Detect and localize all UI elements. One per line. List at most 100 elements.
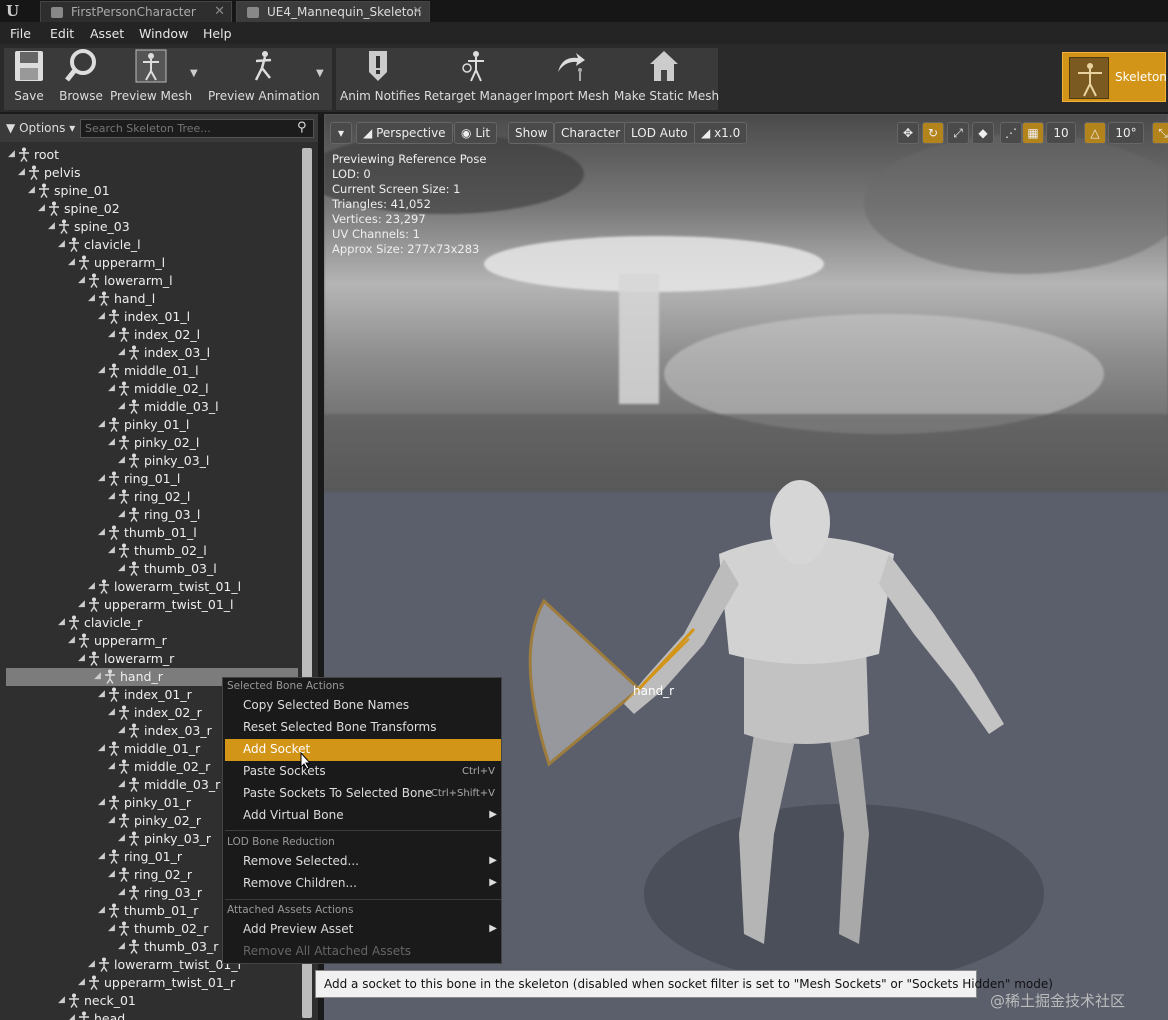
- bone-row-pinky-02-l[interactable]: ◢ pinky_02_l: [0, 434, 300, 452]
- speed-button[interactable]: ◢ x1.0: [694, 122, 748, 144]
- expand-arrow-icon[interactable]: ◢: [108, 761, 115, 771]
- expand-arrow-icon[interactable]: ◢: [88, 581, 95, 591]
- bone-row-upperarm-twist-01-r[interactable]: ◢ upperarm_twist_01_r: [0, 974, 300, 992]
- expand-arrow-icon[interactable]: ◢: [108, 491, 115, 501]
- bone-row-pelvis[interactable]: ◢ pelvis: [0, 164, 300, 182]
- bone-row-lowerarm-l[interactable]: ◢ lowerarm_l: [0, 272, 300, 290]
- expand-arrow-icon[interactable]: ◢: [88, 959, 95, 969]
- expand-arrow-icon[interactable]: ◢: [8, 149, 15, 159]
- perspective-button[interactable]: ◢ Perspective: [356, 122, 453, 144]
- expand-arrow-icon[interactable]: ◢: [118, 779, 125, 789]
- bone-row-index-03-l[interactable]: ◢ index_03_l: [0, 344, 300, 362]
- expand-arrow-icon[interactable]: ◢: [108, 329, 115, 339]
- viewport-options-button[interactable]: ▾: [330, 122, 352, 144]
- expand-arrow-icon[interactable]: ◢: [58, 239, 65, 249]
- expand-arrow-icon[interactable]: ◢: [118, 509, 125, 519]
- expand-arrow-icon[interactable]: ◢: [68, 635, 75, 645]
- expand-arrow-icon[interactable]: ◢: [108, 545, 115, 555]
- remove-selected-item[interactable]: Remove Selected... ▶: [225, 851, 501, 873]
- bone-row-clavicle-l[interactable]: ◢ clavicle_l: [0, 236, 300, 254]
- expand-arrow-icon[interactable]: ◢: [38, 203, 45, 213]
- paste-sockets-item[interactable]: Paste Sockets Ctrl+V: [225, 761, 501, 783]
- paste-sockets-to-bone-item[interactable]: Paste Sockets To Selected Bone Ctrl+Shift…: [225, 783, 501, 805]
- bone-row-index-01-l[interactable]: ◢ index_01_l: [0, 308, 300, 326]
- bone-row-index-02-l[interactable]: ◢ index_02_l: [0, 326, 300, 344]
- expand-arrow-icon[interactable]: ◢: [98, 365, 105, 375]
- bone-row-spine-01[interactable]: ◢ spine_01: [0, 182, 300, 200]
- preview-animation-button[interactable]: Preview Animation: [208, 44, 320, 106]
- expand-arrow-icon[interactable]: ◢: [18, 167, 25, 177]
- expand-arrow-icon[interactable]: ◢: [98, 689, 105, 699]
- expand-arrow-icon[interactable]: ◢: [118, 833, 125, 843]
- tab-first-person-character[interactable]: FirstPersonCharacter ✕: [40, 1, 232, 22]
- rotation-snap-value[interactable]: 10°: [1108, 122, 1144, 144]
- chevron-down-icon[interactable]: ▼: [316, 68, 324, 79]
- expand-arrow-icon[interactable]: ◢: [108, 869, 115, 879]
- copy-bone-names-item[interactable]: Copy Selected Bone Names: [225, 695, 501, 717]
- expand-arrow-icon[interactable]: ◢: [68, 1013, 75, 1020]
- import-mesh-button[interactable]: Import Mesh: [534, 44, 609, 106]
- expand-arrow-icon[interactable]: ◢: [78, 977, 85, 987]
- grid-snap-icon[interactable]: ▦: [1022, 122, 1044, 144]
- bone-row-spine-03[interactable]: ◢ spine_03: [0, 218, 300, 236]
- bone-row-lowerarm-r[interactable]: ◢ lowerarm_r: [0, 650, 300, 668]
- character-button[interactable]: Character: [554, 122, 628, 144]
- bone-row-middle-03-l[interactable]: ◢ middle_03_l: [0, 398, 300, 416]
- expand-arrow-icon[interactable]: ◢: [98, 851, 105, 861]
- lod-button[interactable]: LOD Auto: [624, 122, 695, 144]
- bone-row-pinky-01-l[interactable]: ◢ pinky_01_l: [0, 416, 300, 434]
- bone-row-thumb-03-l[interactable]: ◢ thumb_03_l: [0, 560, 300, 578]
- expand-arrow-icon[interactable]: ◢: [118, 563, 125, 573]
- expand-arrow-icon[interactable]: ◢: [108, 383, 115, 393]
- bone-row-thumb-01-l[interactable]: ◢ thumb_01_l: [0, 524, 300, 542]
- expand-arrow-icon[interactable]: ◢: [108, 437, 115, 447]
- expand-arrow-icon[interactable]: ◢: [58, 995, 65, 1005]
- close-icon[interactable]: ✕: [412, 4, 423, 19]
- expand-arrow-icon[interactable]: ◢: [118, 887, 125, 897]
- bone-row-middle-02-l[interactable]: ◢ middle_02_l: [0, 380, 300, 398]
- add-preview-asset-item[interactable]: Add Preview Asset ▶: [225, 919, 501, 941]
- expand-arrow-icon[interactable]: ◢: [94, 671, 101, 681]
- expand-arrow-icon[interactable]: ◢: [88, 293, 95, 303]
- expand-arrow-icon[interactable]: ◢: [98, 311, 105, 321]
- expand-arrow-icon[interactable]: ◢: [48, 221, 55, 231]
- expand-arrow-icon[interactable]: ◢: [108, 923, 115, 933]
- expand-arrow-icon[interactable]: ◢: [98, 473, 105, 483]
- bone-row-pinky-03-l[interactable]: ◢ pinky_03_l: [0, 452, 300, 470]
- translate-icon[interactable]: ✥: [897, 122, 919, 144]
- bone-row-clavicle-r[interactable]: ◢ clavicle_r: [0, 614, 300, 632]
- bone-row-head[interactable]: ◢ head: [0, 1010, 300, 1020]
- expand-arrow-icon[interactable]: ◢: [98, 905, 105, 915]
- preview-mesh-button[interactable]: Preview Mesh: [110, 44, 192, 106]
- bone-row-upperarm-l[interactable]: ◢ upperarm_l: [0, 254, 300, 272]
- expand-arrow-icon[interactable]: ◢: [98, 797, 105, 807]
- bone-row-upperarm-twist-01-l[interactable]: ◢ upperarm_twist_01_l: [0, 596, 300, 614]
- skeleton-mode-button[interactable]: Skeleton: [1062, 52, 1167, 102]
- expand-arrow-icon[interactable]: ◢: [118, 401, 125, 411]
- show-button[interactable]: Show: [508, 122, 555, 144]
- scale-icon[interactable]: ⤢: [947, 122, 969, 144]
- rotate-icon[interactable]: ↻: [922, 122, 944, 144]
- remove-children-item[interactable]: Remove Children... ▶: [225, 873, 501, 895]
- menu-file[interactable]: File: [10, 26, 31, 41]
- save-button[interactable]: Save: [6, 44, 52, 106]
- bone-row-root[interactable]: ◢ root: [0, 146, 300, 164]
- expand-arrow-icon[interactable]: ◢: [58, 617, 65, 627]
- scale-snap-icon[interactable]: ⤡: [1152, 122, 1168, 144]
- bone-row-hand-l[interactable]: ◢ hand_l: [0, 290, 300, 308]
- rotation-snap-icon[interactable]: △: [1084, 122, 1106, 144]
- menu-help[interactable]: Help: [203, 26, 232, 41]
- world-local-icon[interactable]: ◆: [972, 122, 994, 144]
- expand-arrow-icon[interactable]: ◢: [78, 275, 85, 285]
- bone-row-lowerarm-twist-01-l[interactable]: ◢ lowerarm_twist_01_l: [0, 578, 300, 596]
- expand-arrow-icon[interactable]: ◢: [98, 743, 105, 753]
- expand-arrow-icon[interactable]: ◢: [118, 455, 125, 465]
- options-button[interactable]: ▼ Options ▾: [6, 121, 75, 135]
- surface-snap-icon[interactable]: ⋰: [1000, 122, 1022, 144]
- bone-row-upperarm-r[interactable]: ◢ upperarm_r: [0, 632, 300, 650]
- add-virtual-bone-item[interactable]: Add Virtual Bone ▶: [225, 805, 501, 827]
- expand-arrow-icon[interactable]: ◢: [108, 815, 115, 825]
- expand-arrow-icon[interactable]: ◢: [68, 257, 75, 267]
- bone-row-ring-03-l[interactable]: ◢ ring_03_l: [0, 506, 300, 524]
- anim-notifies-button[interactable]: Anim Notifies: [340, 44, 420, 106]
